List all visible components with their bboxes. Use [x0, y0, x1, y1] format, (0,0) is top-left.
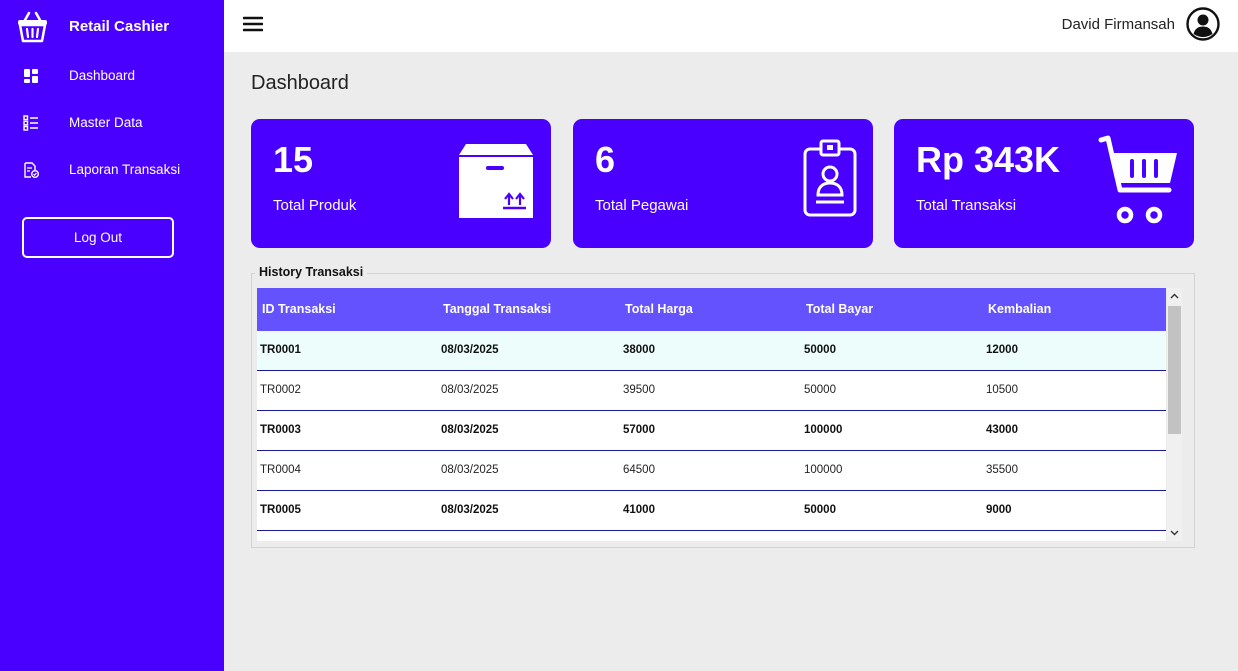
brand: Retail Cashier: [0, 0, 224, 52]
sidebar-item-dashboard[interactable]: Dashboard: [0, 58, 224, 94]
report-icon: [24, 162, 39, 178]
dashboard-icon: [24, 69, 38, 83]
table-cell: 100000: [804, 424, 843, 436]
list-icon: [23, 115, 38, 131]
card-total-produk: 15 Total Produk: [251, 119, 551, 248]
table-cell: 50000: [804, 504, 836, 516]
top-bar: David Firmansah: [224, 0, 1238, 52]
table-cell: 50000: [804, 344, 836, 356]
scrollbar-thumb[interactable]: [1168, 306, 1181, 434]
sidebar-item-label: Master Data: [69, 115, 143, 130]
avatar[interactable]: [1186, 7, 1220, 41]
table-cell: 9000: [986, 504, 1012, 516]
column-header-total-bayar[interactable]: Total Bayar: [806, 302, 873, 316]
table-cell: TR0001: [260, 344, 301, 356]
sidebar-item-laporan-transaksi[interactable]: Laporan Transaksi: [0, 152, 224, 188]
table-cell: 08/03/2025: [441, 384, 499, 396]
card-value: Rp 343K: [916, 139, 1061, 180]
app-title: Retail Cashier: [69, 18, 170, 35]
table-cell: 08/03/2025: [441, 344, 499, 356]
table-row[interactable]: TR0001 08/03/2025 38000 50000 12000: [257, 331, 1166, 371]
card-total-transaksi: Rp 343K Total Transaksi: [894, 119, 1194, 248]
sidebar-item-master-data[interactable]: Master Data: [0, 105, 224, 141]
table-cell: TR0003: [260, 424, 301, 436]
shopping-cart-icon: [1098, 135, 1177, 224]
table-row[interactable]: TR0004 08/03/2025 64500 100000 35500: [257, 451, 1166, 491]
table-row[interactable]: TR0005 08/03/2025 41000 50000 9000: [257, 491, 1166, 531]
sidebar-item-label: Laporan Transaksi: [69, 162, 181, 177]
table-cell: 10500: [986, 384, 1018, 396]
table-cell: 64500: [623, 464, 655, 476]
table-cell: 08/03/2025: [441, 504, 499, 516]
table-cell: 08/03/2025: [441, 424, 499, 436]
table-cell: TR0004: [260, 464, 301, 476]
sidebar: Retail Cashier Dashboard Master Data Lap…: [0, 0, 224, 671]
logout-button[interactable]: Log Out: [22, 217, 174, 258]
history-table: ID Transaksi Tanggal Transaksi Total Har…: [257, 288, 1166, 541]
vertical-scrollbar[interactable]: [1167, 288, 1182, 541]
card-label: Total Produk: [273, 197, 357, 214]
table-row[interactable]: TR0003 08/03/2025 57000 100000 43000: [257, 411, 1166, 451]
hamburger-menu-icon[interactable]: [243, 14, 263, 34]
scroll-down-icon[interactable]: [1167, 524, 1182, 541]
card-label: Total Pegawai: [595, 197, 689, 214]
table-cell: 43000: [986, 424, 1018, 436]
table-cell: 39500: [623, 384, 655, 396]
id-badge-icon: [803, 139, 857, 217]
scroll-up-icon[interactable]: [1167, 288, 1182, 305]
history-title: History Transaksi: [255, 265, 368, 279]
table-row[interactable]: TR0002 08/03/2025 39500 50000 10500: [257, 371, 1166, 411]
user-name: David Firmansah: [1061, 16, 1175, 33]
table-header: ID Transaksi Tanggal Transaksi Total Har…: [257, 288, 1166, 331]
sidebar-item-label: Dashboard: [69, 68, 136, 83]
table-cell: 08/03/2025: [441, 464, 499, 476]
page-title: Dashboard: [251, 72, 349, 94]
column-header-id[interactable]: ID Transaksi: [262, 302, 336, 316]
column-header-kembalian[interactable]: Kembalian: [988, 302, 1051, 316]
table-cell: 12000: [986, 344, 1018, 356]
table-cell: TR0005: [260, 504, 301, 516]
column-header-tanggal[interactable]: Tanggal Transaksi: [443, 302, 551, 316]
card-total-pegawai: 6 Total Pegawai: [573, 119, 873, 248]
table-cell: 35500: [986, 464, 1018, 476]
column-header-total-harga[interactable]: Total Harga: [625, 302, 693, 316]
card-label: Total Transaksi: [916, 197, 1017, 214]
card-value: 15: [273, 139, 314, 180]
table-cell: 50000: [804, 384, 836, 396]
table-cell: 38000: [623, 344, 655, 356]
table-cell: 100000: [804, 464, 843, 476]
card-value: 6: [595, 139, 616, 180]
box-icon: [459, 144, 533, 218]
table-cell: 41000: [623, 504, 655, 516]
basket-icon: [18, 11, 47, 43]
table-cell: TR0002: [260, 384, 301, 396]
table-cell: 57000: [623, 424, 655, 436]
